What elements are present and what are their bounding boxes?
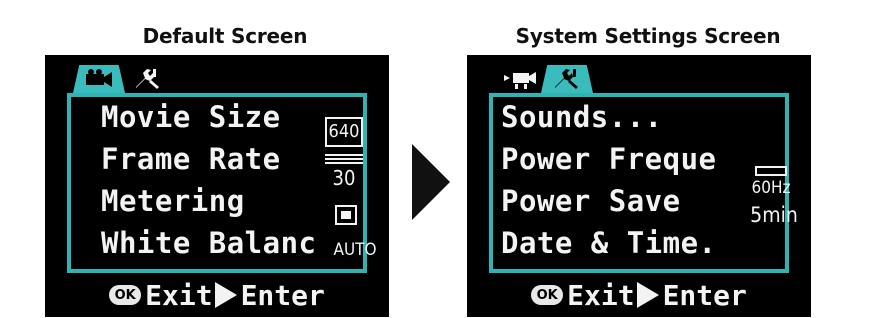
exit-label: Exit xyxy=(567,278,635,312)
ok-button-icon[interactable]: OK xyxy=(531,285,564,305)
movie-camera-icon xyxy=(86,69,112,87)
frame-rate-number: 30 xyxy=(332,166,356,190)
tab-settings[interactable] xyxy=(121,65,173,93)
frame-rate-lines-icon xyxy=(325,154,363,164)
frequency-icon xyxy=(755,166,787,176)
wrench-tool-icon xyxy=(555,69,578,89)
movie-size-value: 640 xyxy=(325,117,363,147)
power-frequency-number: 60Hz xyxy=(751,178,791,198)
wrench-tool-icon xyxy=(136,69,159,89)
ok-button-icon[interactable]: OK xyxy=(109,285,142,305)
frame-rate-value: 30 xyxy=(325,153,363,189)
tab-movie[interactable] xyxy=(73,65,125,93)
enter-arrow-icon xyxy=(636,282,659,308)
white-balance-value: AUTO xyxy=(333,240,377,260)
right-arrow-icon xyxy=(412,144,450,220)
tab-bar xyxy=(73,63,193,93)
tab-movie[interactable] xyxy=(495,65,547,93)
power-frequency-value: 60Hz xyxy=(749,163,793,201)
system-settings-screen-caption: System Settings Screen xyxy=(515,24,781,48)
system-settings-screen: Sounds... Power Freque Power Save Date &… xyxy=(467,55,811,317)
default-screen: Movie Size Frame Rate Metering White Bal… xyxy=(45,55,389,317)
menu-item-movie-size[interactable]: Movie Size xyxy=(101,95,281,139)
screen-footer: OK Exit Enter xyxy=(45,273,389,317)
enter-label: Enter xyxy=(662,278,747,312)
menu-item-white-balance[interactable]: White Balanc xyxy=(101,221,317,265)
power-save-value: 5min xyxy=(750,203,798,227)
enter-arrow-icon xyxy=(214,282,237,308)
metering-icon xyxy=(333,203,359,227)
menu-item-sounds[interactable]: Sounds... xyxy=(501,95,663,139)
menu-item-metering[interactable]: Metering xyxy=(101,179,245,223)
exit-label: Exit xyxy=(145,278,213,312)
movie-camera-icon xyxy=(504,72,536,89)
default-screen-caption: Default Screen xyxy=(142,24,308,48)
enter-label: Enter xyxy=(240,278,325,312)
menu-item-power-save[interactable]: Power Save xyxy=(501,179,681,223)
menu-item-date-time[interactable]: Date & Time. xyxy=(501,221,717,265)
tab-bar xyxy=(495,63,615,93)
menu-item-power-frequency[interactable]: Power Freque xyxy=(501,137,717,181)
menu-frame: Sounds... Power Freque Power Save Date &… xyxy=(489,93,789,273)
screen-footer: OK Exit Enter xyxy=(467,273,811,317)
menu-item-frame-rate[interactable]: Frame Rate xyxy=(101,137,281,181)
tab-settings[interactable] xyxy=(541,65,593,93)
menu-frame: Movie Size Frame Rate Metering White Bal… xyxy=(67,93,367,273)
